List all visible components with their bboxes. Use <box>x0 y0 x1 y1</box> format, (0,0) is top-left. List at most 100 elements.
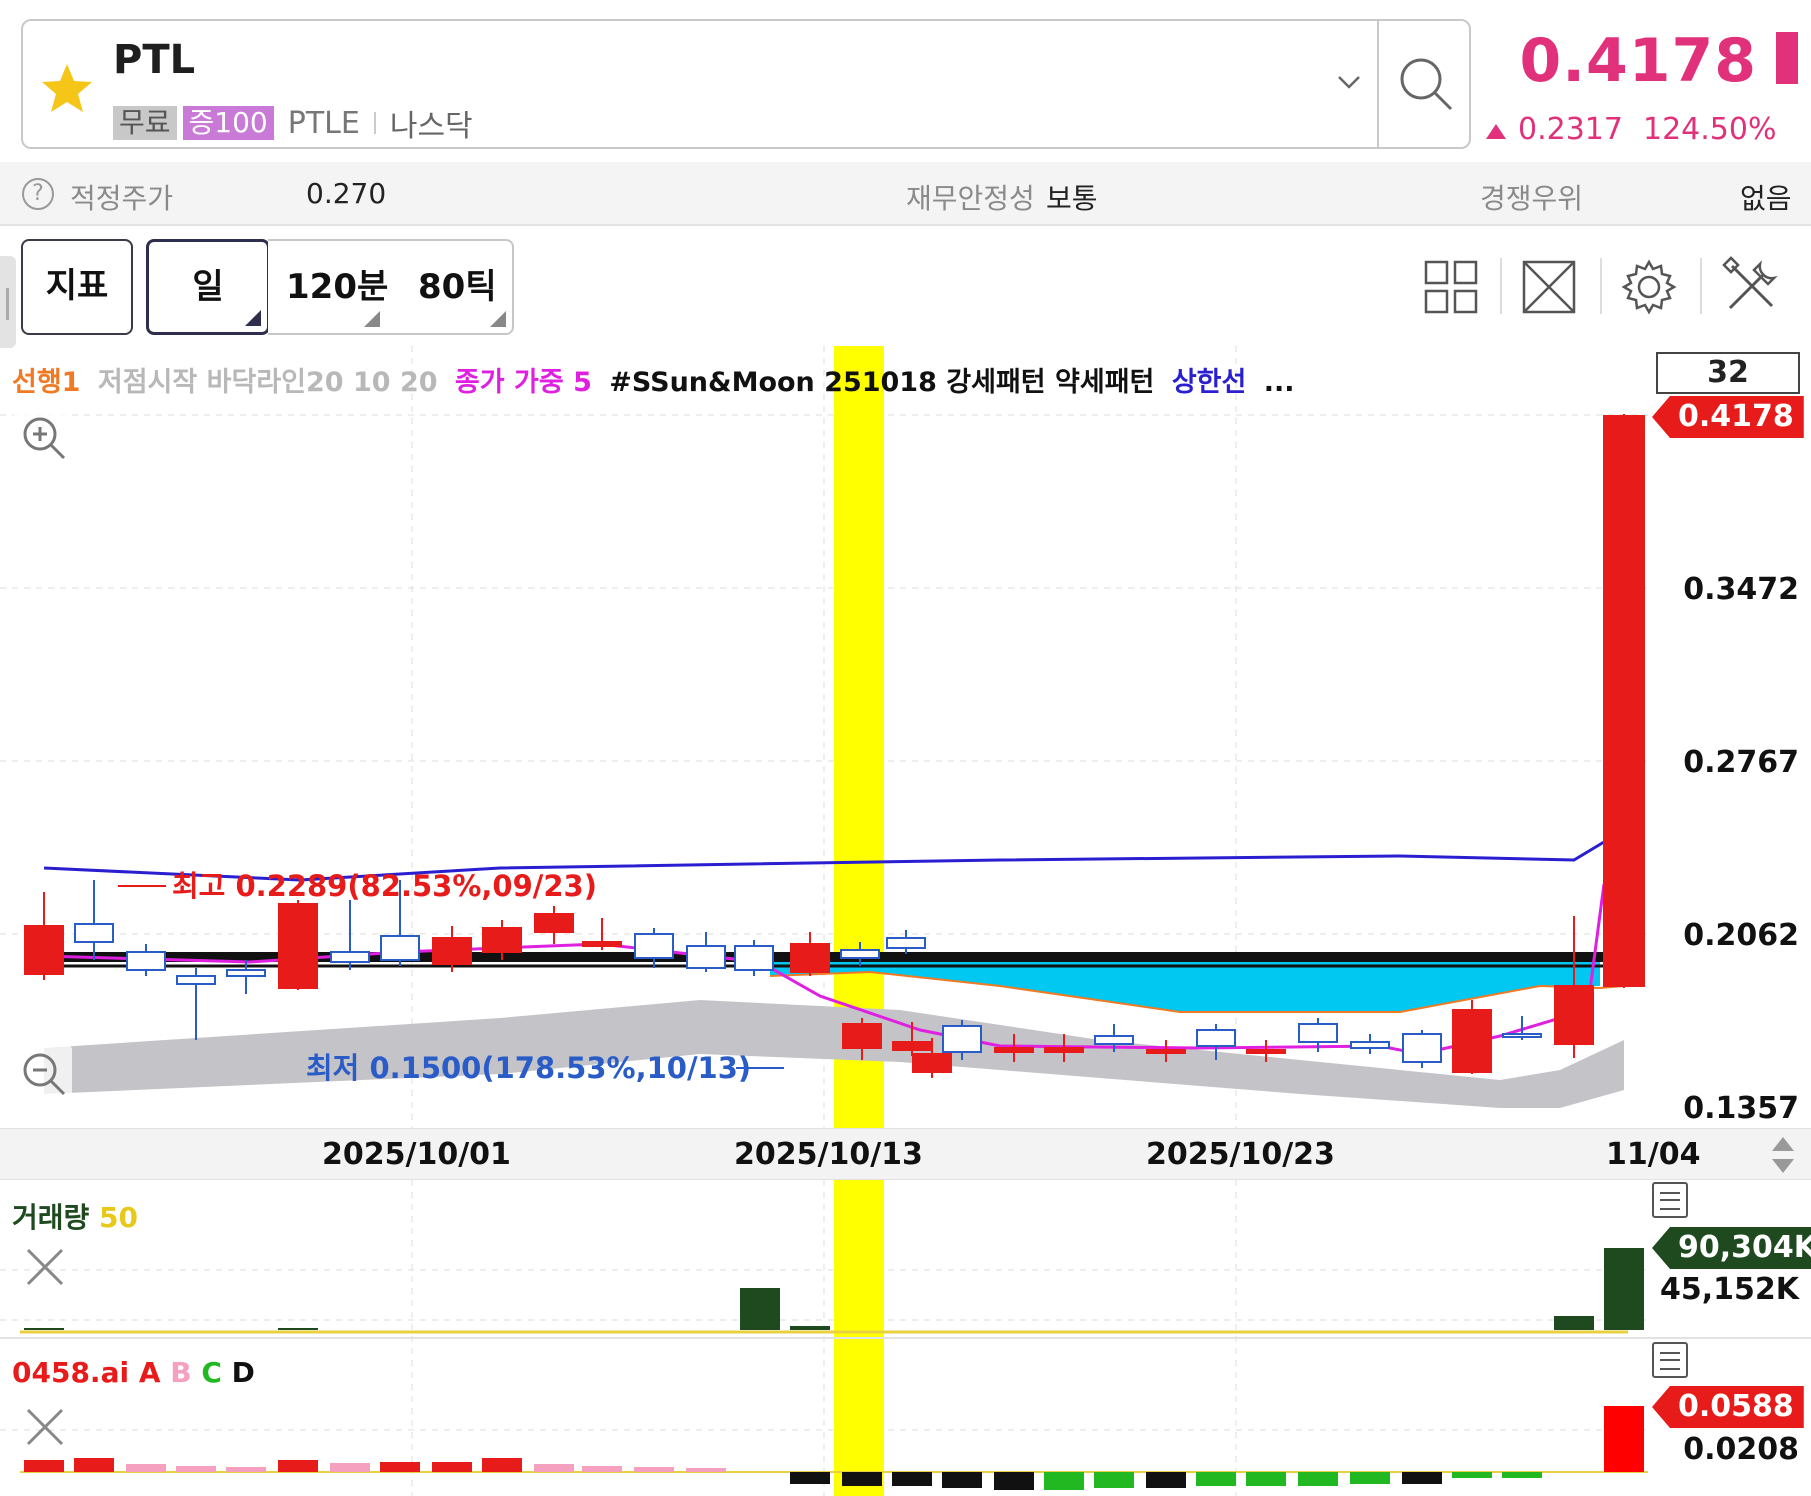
legend-sun-moon: #SSun&Moon 251018 강세패턴 약세패턴 <box>609 367 1155 398</box>
candle-body <box>582 941 622 947</box>
margin-tag: 증100 <box>182 106 274 140</box>
candle-count[interactable]: 32 <box>1656 352 1800 394</box>
candle-body <box>482 927 522 953</box>
change-amount: 0.2317 <box>1486 112 1623 147</box>
tool-divider <box>1600 258 1602 314</box>
stability-value: 보통 <box>1046 182 1098 215</box>
volume-bar <box>24 1328 64 1330</box>
tool-divider <box>1700 258 1702 314</box>
low-annotation: 최저 0.1500(178.53%,10/13) <box>306 1051 751 1085</box>
indicator-button[interactable]: 지표 <box>21 239 133 335</box>
legend-more[interactable]: ... <box>1264 367 1295 398</box>
search-icon[interactable] <box>1395 53 1457 115</box>
candle-body <box>176 975 216 985</box>
ai-bar <box>482 1458 522 1472</box>
candle-body <box>842 1023 882 1049</box>
price-chart[interactable]: 최고 0.2289(82.53%,09/23) 최저 0.1500(178.53%… <box>0 346 1811 1496</box>
fullscreen-icon[interactable] <box>1518 256 1580 318</box>
candle-body <box>1402 1033 1442 1063</box>
ai-bar <box>1246 1472 1286 1486</box>
zoom-out-icon[interactable] <box>14 1044 72 1102</box>
ai-pane-title[interactable]: 0458.ai A B C D <box>12 1356 255 1389</box>
y-tick-label: 0.3472 <box>1683 572 1799 607</box>
gear-icon[interactable] <box>1618 256 1680 318</box>
candle-body <box>840 949 880 959</box>
x-tick-label: 2025/10/01 <box>322 1137 511 1172</box>
free-tag: 무료 <box>113 106 177 140</box>
ai-bar <box>790 1472 830 1484</box>
chevron-down-icon[interactable] <box>1333 66 1365 98</box>
ai-series-a: A <box>138 1356 161 1389</box>
period-day-button[interactable]: 일 <box>146 239 270 335</box>
candle-body <box>534 913 574 933</box>
candle-body <box>226 969 266 977</box>
ai-bar <box>534 1464 574 1472</box>
ai-bar <box>582 1466 622 1472</box>
ai-bar <box>1502 1472 1542 1478</box>
candle-body <box>994 1047 1034 1053</box>
symbol-selector[interactable]: PTL 무료 증100 PTLE 나스닥 <box>21 19 1471 149</box>
ai-bar <box>24 1460 64 1472</box>
ai-bar <box>432 1462 472 1472</box>
candle-body <box>942 1025 982 1053</box>
volume-period: 50 <box>99 1201 138 1234</box>
ai-bar <box>176 1466 216 1472</box>
close-icon[interactable] <box>22 1244 68 1290</box>
ai-bar <box>1196 1472 1236 1486</box>
up-triangle-icon <box>1486 124 1506 139</box>
zoom-in-icon[interactable] <box>14 408 72 466</box>
ai-bar <box>1094 1472 1134 1488</box>
date-axis[interactable]: 2025/10/01 2025/10/13 2025/10/23 11/04 <box>0 1128 1811 1180</box>
ai-bar <box>1452 1472 1492 1478</box>
candle-body <box>1452 1009 1492 1073</box>
period-day-label: 일 <box>192 267 224 307</box>
volume-title: 거래량 <box>12 1201 90 1234</box>
ai-bar <box>1604 1406 1644 1472</box>
y-tick-label: 0.1357 <box>1683 1091 1799 1126</box>
volume-bar <box>278 1328 318 1330</box>
favorite-star-icon[interactable] <box>37 59 97 119</box>
help-icon[interactable]: ? <box>22 178 54 210</box>
candle-body <box>432 937 472 965</box>
ai-tag: 0.0588 <box>1652 1386 1804 1428</box>
ai-menu-icon[interactable] <box>1652 1342 1688 1378</box>
side-drawer-handle[interactable] <box>0 256 16 348</box>
volume-pane-title[interactable]: 거래량 50 <box>12 1196 138 1236</box>
cloud-area <box>770 962 1600 1012</box>
tag-divider <box>373 112 376 134</box>
market-name: 나스닥 <box>389 109 473 144</box>
candle-body <box>24 925 64 975</box>
volume-bar <box>1554 1316 1594 1330</box>
axis-scroll-icon[interactable] <box>1768 1135 1798 1175</box>
close-icon[interactable] <box>22 1404 68 1450</box>
layout-grid-icon[interactable] <box>1420 256 1482 318</box>
x-tick-label: 2025/10/13 <box>734 1137 923 1172</box>
ai-bar <box>1146 1472 1186 1488</box>
current-price-tag: 0.4178 <box>1652 396 1804 438</box>
candle-body <box>74 923 114 943</box>
indicator-legend[interactable]: 선행1 저점시작 바닥라인20 10 20 종가 가중 5 #SSun&Moon… <box>12 360 1303 399</box>
stability-label: 재무안정성 <box>906 182 1035 215</box>
ticker-symbol: PTL <box>113 37 196 83</box>
period-80tick-button[interactable]: 80틱 <box>418 241 497 333</box>
candle-body <box>686 945 726 969</box>
corner-marker <box>245 310 261 326</box>
ai-bar <box>686 1468 726 1472</box>
legend-leading-span: 선행1 <box>12 367 81 398</box>
current-price: 0.4178 <box>1519 26 1757 96</box>
ai-bar <box>330 1463 370 1472</box>
symbol-code: PTLE <box>287 105 360 141</box>
ai-title: 0458.ai <box>12 1356 130 1389</box>
y-tick-label: 0.2767 <box>1683 745 1799 780</box>
ai-bar <box>380 1462 420 1472</box>
candle-body <box>278 903 318 989</box>
volume-menu-icon[interactable] <box>1652 1182 1688 1218</box>
y-tick-label: 0.2062 <box>1683 918 1799 953</box>
candle-body <box>1044 1047 1084 1053</box>
ai-bar <box>278 1460 318 1472</box>
candle-body <box>634 933 674 959</box>
tools-icon[interactable] <box>1720 256 1782 318</box>
ai-series-d: D <box>231 1356 255 1389</box>
volume-bar <box>790 1326 830 1330</box>
candle-body <box>1094 1035 1134 1045</box>
